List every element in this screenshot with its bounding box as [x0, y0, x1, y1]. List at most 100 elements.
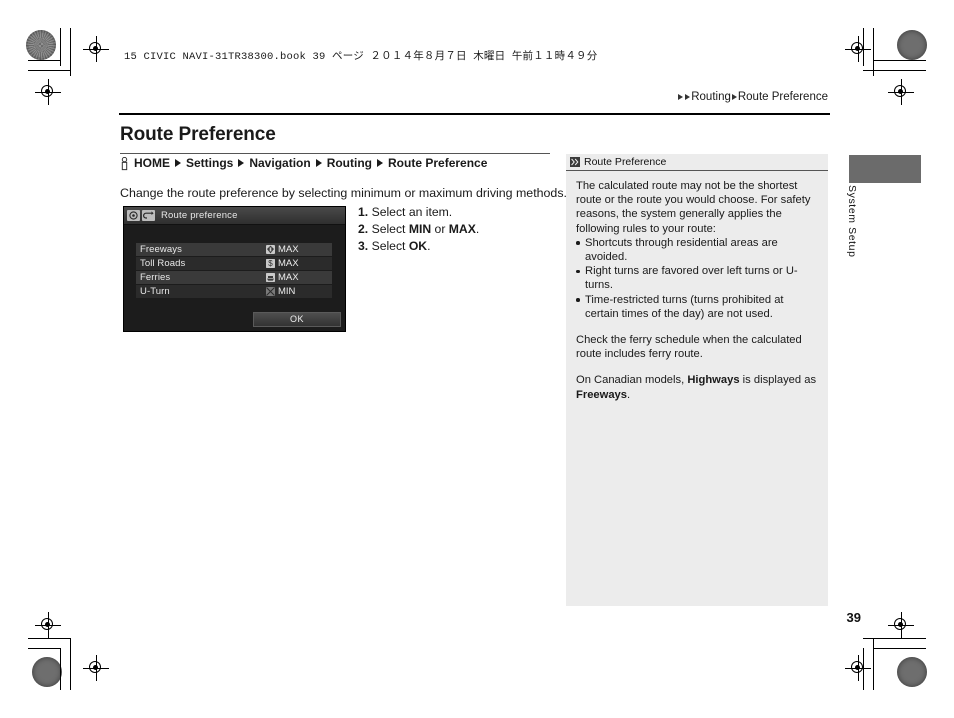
nav-row-label: Ferries [140, 272, 171, 283]
top-breadcrumb-current: Route Preference [737, 91, 828, 103]
route-preference-list: Freeways MAX Toll Roads $ MAX Ferries MA… [136, 243, 332, 299]
page-number: 39 [846, 610, 861, 625]
nav-row-label: Freeways [140, 244, 182, 255]
note-panel-title: Route Preference [584, 156, 667, 168]
step-number: 2. [358, 222, 369, 236]
note-panel: Route Preference The calculated route ma… [566, 154, 828, 606]
toll-dollar-icon: $ [266, 259, 275, 268]
ferry-boat-icon [266, 273, 275, 282]
chevron-right-icon [175, 159, 181, 167]
breadcrumb-item-home[interactable]: HOME [134, 156, 170, 170]
nav-row-value[interactable]: $ MAX [266, 258, 328, 269]
breadcrumb-item-navigation[interactable]: Navigation [249, 156, 310, 170]
breadcrumb-divider [120, 153, 550, 154]
step-text-pre: Select [371, 239, 409, 253]
note-bullet-item: Right turns are favored over left turns … [576, 264, 818, 292]
chevron-right-icon [377, 159, 384, 167]
trim-line [70, 638, 71, 690]
numbered-steps: 1. Select an item. 2. Select MIN or MAX.… [358, 204, 479, 255]
trim-line [863, 638, 926, 639]
header-divider [119, 113, 830, 115]
chevron-right-icon [678, 94, 684, 100]
page-title: Route Preference [120, 124, 276, 145]
trim-line [873, 28, 874, 76]
return-arrow-icon[interactable] [142, 210, 155, 221]
u-turn-prohibited-icon [266, 287, 275, 296]
nav-row-value-text: MAX [278, 258, 299, 269]
print-registration-blob-top-left [26, 30, 56, 60]
ok-button[interactable]: OK [253, 312, 341, 327]
print-registration-blob-bottom-right [897, 657, 927, 687]
reg-mark-bottom-left-b [83, 655, 109, 681]
trim-line [863, 70, 926, 71]
reg-mark-bottom-left-a [35, 612, 61, 638]
reg-mark-top-left-a [83, 36, 109, 62]
step-item: 2. Select MIN or MAX. [358, 221, 479, 238]
trim-line [28, 648, 61, 649]
chevron-right-icon [731, 94, 737, 100]
nav-row-value-text: MAX [278, 244, 299, 255]
trim-line [70, 28, 71, 76]
trim-line [28, 60, 61, 61]
hand-pointer-icon [120, 156, 129, 171]
nav-row-label: Toll Roads [140, 258, 186, 269]
breadcrumb-item-route-preference[interactable]: Route Preference [388, 156, 487, 170]
nav-list-row[interactable]: U-Turn MIN [136, 285, 332, 298]
step-item: 1. Select an item. [358, 204, 479, 221]
note-bullet-list: Shortcuts through residential areas are … [576, 236, 818, 321]
trim-line [873, 60, 926, 61]
reg-mark-bottom-right-a [888, 612, 914, 638]
note-p3-post: . [627, 388, 631, 401]
step-text-pre: Select [371, 222, 409, 236]
breadcrumb-item-settings[interactable]: Settings [186, 156, 233, 170]
navigation-screen-illustration: Route preference Freeways MAX Toll Roads… [123, 206, 346, 332]
step-text-mid: or [431, 222, 449, 236]
svg-text:$: $ [268, 259, 273, 268]
trim-line [873, 638, 874, 690]
note-p3-pre: On Canadian models, [576, 374, 688, 387]
print-registration-blob-bottom-left [32, 657, 62, 687]
step-emphasis-min: MIN [408, 222, 432, 236]
trim-line [28, 638, 71, 639]
nav-screen-title: Route preference [161, 210, 238, 221]
note-bullet-item: Shortcuts through residential areas are … [576, 236, 818, 264]
note-paragraph-3: On Canadian models, Highways is displaye… [576, 373, 818, 401]
nav-row-value[interactable]: MIN [266, 286, 328, 297]
trim-line [863, 648, 864, 690]
trim-line [60, 648, 61, 690]
step-text: Select an item. [371, 205, 453, 219]
intro-paragraph: Change the route preference by selecting… [120, 186, 567, 200]
note-marker-icon [570, 157, 580, 167]
step-emphasis-max: MAX [448, 222, 476, 236]
breadcrumb: HOME Settings Navigation Routing Route P… [120, 156, 487, 171]
trim-line [873, 648, 926, 649]
nav-row-value-text: MAX [278, 272, 299, 283]
trim-line [863, 28, 864, 66]
reg-mark-top-right-b [888, 79, 914, 105]
trim-line [28, 70, 71, 71]
section-tab-label: System Setup [846, 185, 858, 258]
compass-icon[interactable] [127, 210, 140, 221]
section-tab-marker [849, 155, 921, 183]
top-breadcrumb-parent: Routing [691, 91, 731, 103]
step-item: 3. Select OK. [358, 238, 479, 255]
chevron-right-icon [685, 94, 691, 100]
book-file-header: 15 CIVIC NAVI-31TR38300.book 39 ページ ２０１４… [124, 51, 598, 63]
note-panel-header: Route Preference [566, 154, 828, 171]
freeway-sign-icon [266, 245, 275, 254]
nav-list-row[interactable]: Freeways MAX [136, 243, 332, 256]
step-emphasis-ok: OK [408, 239, 428, 253]
print-registration-blob-top-right [897, 30, 927, 60]
nav-row-value[interactable]: MAX [266, 244, 328, 255]
note-emphasis-highways: Highways [687, 374, 740, 387]
nav-row-value[interactable]: MAX [266, 272, 328, 283]
reg-mark-bottom-right-b [845, 655, 871, 681]
chevron-right-icon [238, 159, 245, 167]
top-breadcrumb: Routing Route Preference [677, 91, 828, 103]
note-panel-body: The calculated route may not be the shor… [566, 171, 828, 402]
nav-list-row[interactable]: Toll Roads $ MAX [136, 257, 332, 270]
nav-list-row[interactable]: Ferries MAX [136, 271, 332, 284]
note-paragraph-2: Check the ferry schedule when the calcul… [576, 334, 802, 361]
breadcrumb-item-routing[interactable]: Routing [327, 156, 372, 170]
